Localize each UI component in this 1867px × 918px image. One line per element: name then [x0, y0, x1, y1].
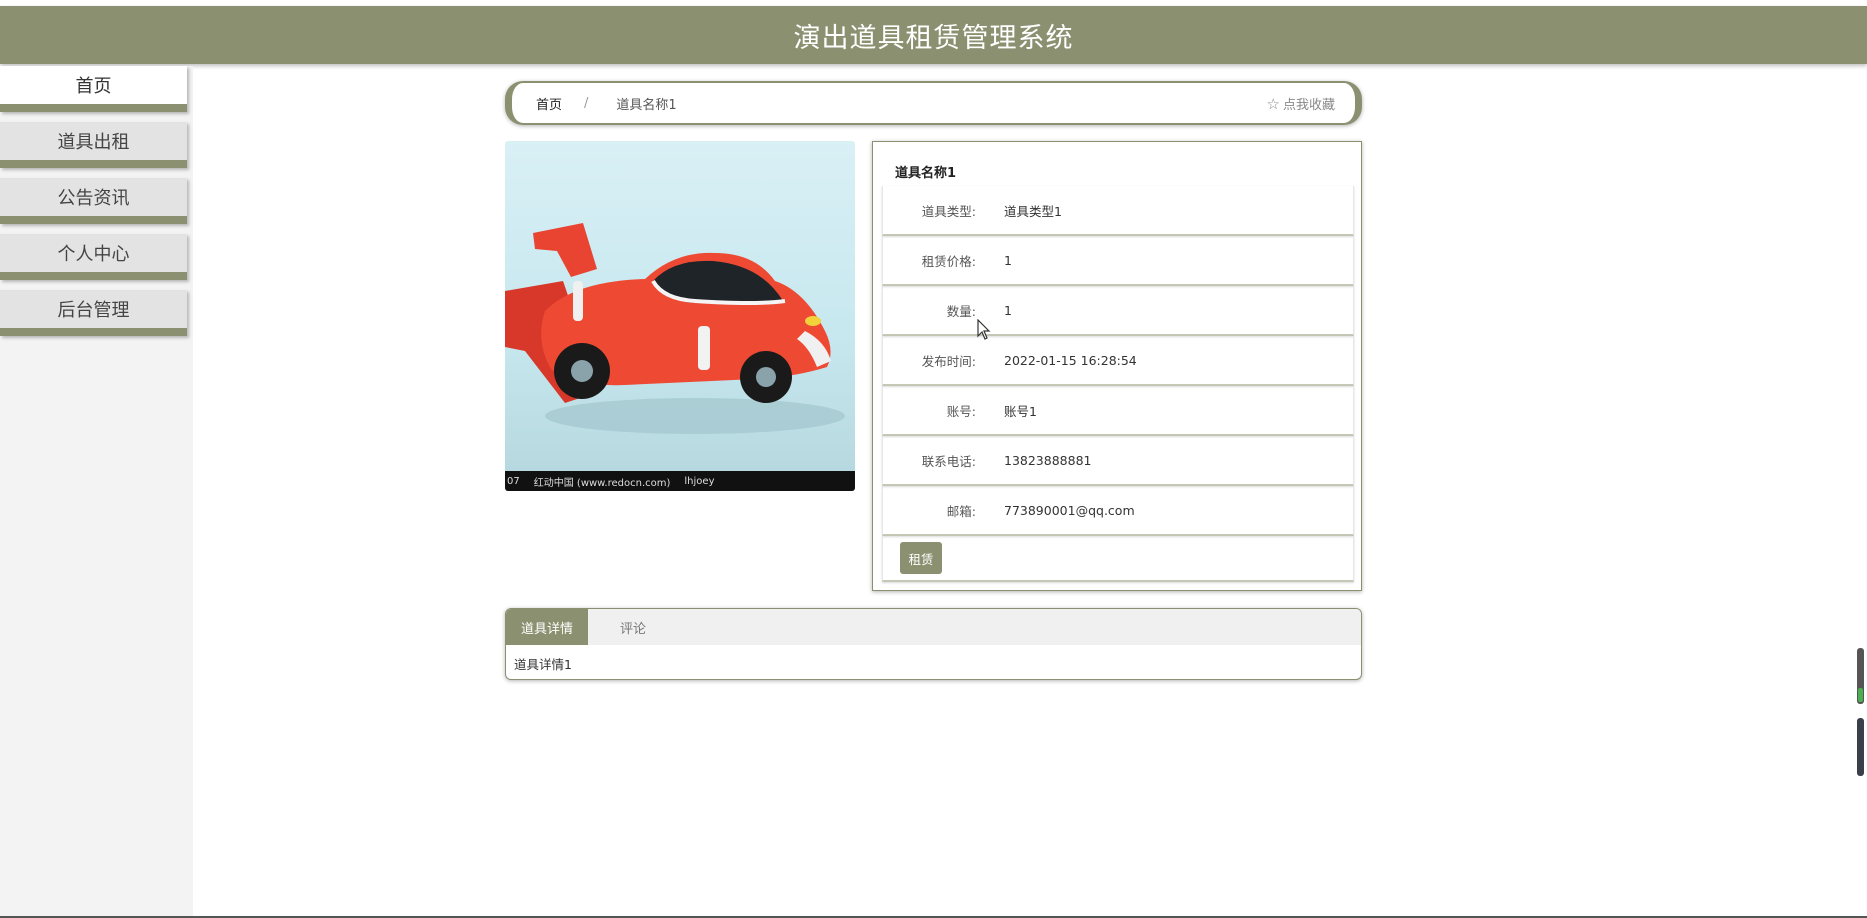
- sidebar-item-prop-rental[interactable]: 道具出租: [0, 122, 187, 168]
- scroll-progress-fill: [1858, 688, 1863, 702]
- attribute-row-email: 邮箱: 773890001@qq.com: [882, 486, 1354, 536]
- image-watermark-caption: 07 红动中国 (www.redocn.com) lhjoey: [505, 471, 855, 491]
- sidebar-item-label: 后台管理: [57, 300, 130, 321]
- attribute-row-quantity: 数量: 1: [882, 286, 1354, 336]
- attribute-value: 13823888881: [1004, 452, 1092, 468]
- sidebar-item-personal-center[interactable]: 个人中心: [0, 234, 187, 280]
- product-attributes: 道具类型: 道具类型1 租赁价格: 1 数量: 1 发布时间: 2022-01-…: [882, 186, 1354, 582]
- site-title: 演出道具租赁管理系统: [793, 22, 1074, 54]
- caption-site: 红动中国 (www.redocn.com): [533, 477, 671, 489]
- attribute-row-phone: 联系电话: 13823888881: [882, 436, 1354, 486]
- breadcrumb-current: 道具名称1: [616, 97, 677, 113]
- caption-author: lhjoey: [684, 475, 715, 487]
- tab-prop-details[interactable]: 道具详情: [506, 609, 588, 645]
- attribute-value: 账号1: [1004, 403, 1037, 419]
- toy-car-illustration: [505, 223, 845, 434]
- breadcrumb: 首页 / 道具名称1 ☆ 点我收藏: [505, 81, 1362, 125]
- attribute-row-price: 租赁价格: 1: [882, 236, 1354, 286]
- attribute-value: 1: [1004, 252, 1012, 268]
- attribute-label: 联系电话:: [921, 453, 976, 469]
- star-outline-icon: ☆: [1266, 94, 1280, 113]
- breadcrumb-home-link[interactable]: 首页: [536, 94, 562, 113]
- tab-label: 评论: [619, 621, 646, 637]
- rent-button[interactable]: 租赁: [900, 542, 942, 574]
- site-header: 演出道具租赁管理系统: [0, 6, 1867, 64]
- sidebar: 首页 道具出租 公告资讯 个人中心 后台管理: [0, 66, 193, 918]
- attribute-label: 邮箱:: [946, 503, 976, 519]
- product-title: 道具名称1: [895, 166, 957, 181]
- favorite-label: 点我收藏: [1282, 98, 1335, 113]
- mouse-cursor-icon: [977, 319, 991, 340]
- breadcrumb-separator: /: [584, 95, 589, 111]
- favorite-button[interactable]: ☆ 点我收藏: [1266, 94, 1335, 114]
- sidebar-item-label: 首页: [75, 76, 112, 97]
- attribute-value: 2022-01-15 16:28:54: [1004, 352, 1137, 368]
- attribute-label: 道具类型:: [921, 203, 976, 219]
- sidebar-item-home[interactable]: 首页: [0, 66, 187, 112]
- attribute-label: 发布时间:: [921, 353, 976, 369]
- floating-scroll-widget-top[interactable]: [1857, 648, 1864, 704]
- sidebar-item-admin[interactable]: 后台管理: [0, 290, 187, 336]
- tab-content: 道具详情1: [514, 657, 572, 672]
- attribute-value: 道具类型1: [1004, 203, 1062, 219]
- tab-bar: 道具详情 评论: [506, 609, 1361, 645]
- attribute-value: 773890001@qq.com: [1004, 502, 1135, 518]
- sidebar-item-announcements[interactable]: 公告资讯: [0, 178, 187, 224]
- action-row: 租赁: [882, 536, 1354, 582]
- attribute-label: 账号:: [946, 403, 976, 419]
- attribute-label: 租赁价格:: [921, 253, 976, 269]
- attribute-value: 1: [1004, 302, 1012, 318]
- product-image: 07 红动中国 (www.redocn.com) lhjoey: [505, 141, 855, 491]
- sidebar-item-label: 道具出租: [57, 132, 130, 153]
- sidebar-item-label: 个人中心: [57, 244, 130, 265]
- floating-scroll-widget-bottom[interactable]: [1857, 718, 1864, 776]
- attribute-row-account: 账号: 账号1: [882, 386, 1354, 436]
- product-detail-panel: 道具名称1 道具类型: 道具类型1 租赁价格: 1 数量: 1 发布时间: 20…: [872, 141, 1362, 591]
- sidebar-item-label: 公告资讯: [57, 188, 130, 209]
- detail-tabs: 道具详情 评论 道具详情1: [505, 608, 1362, 680]
- attribute-label: 数量:: [946, 303, 976, 319]
- tab-comments[interactable]: 评论: [588, 609, 678, 645]
- tab-label: 道具详情: [520, 621, 573, 637]
- caption-code: 07: [507, 475, 520, 487]
- attribute-row-publish-time: 发布时间: 2022-01-15 16:28:54: [882, 336, 1354, 386]
- attribute-row-type: 道具类型: 道具类型1: [882, 186, 1354, 236]
